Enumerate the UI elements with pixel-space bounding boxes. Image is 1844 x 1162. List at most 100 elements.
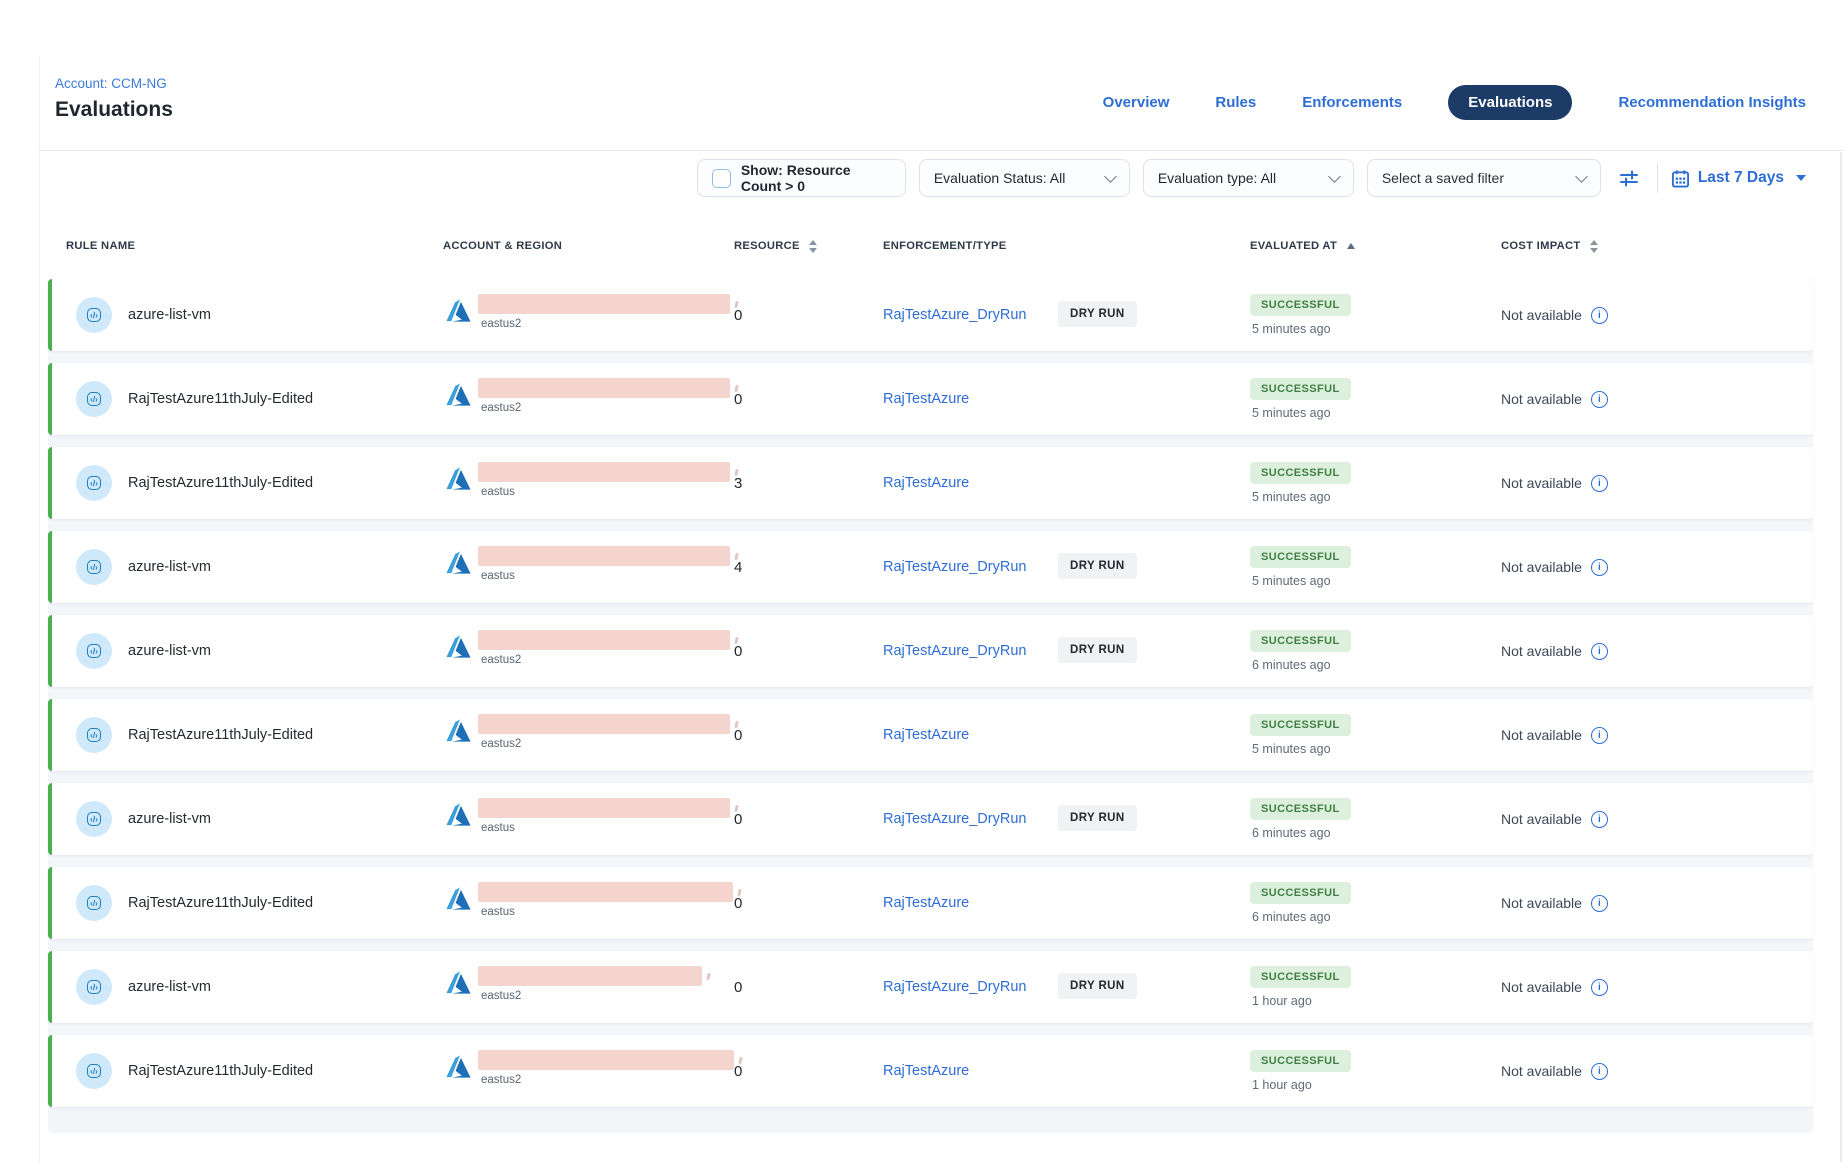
info-icon[interactable] bbox=[1591, 307, 1608, 324]
info-icon[interactable] bbox=[1591, 475, 1608, 492]
resource-count: 0 bbox=[734, 363, 742, 435]
rule-name[interactable]: RajTestAzure11thJuly-Edited bbox=[128, 895, 313, 911]
evaluated-time: 6 minutes ago bbox=[1252, 910, 1351, 924]
column-enforcement-type: ENFORCEMENT/TYPE bbox=[883, 240, 1007, 252]
info-icon[interactable] bbox=[1591, 1063, 1608, 1080]
status-accent-bar bbox=[48, 951, 52, 1023]
status-accent-bar bbox=[48, 783, 52, 855]
azure-icon bbox=[445, 1053, 472, 1080]
rule-name[interactable]: RajTestAzure11thJuly-Edited bbox=[128, 391, 313, 407]
rule-name[interactable]: RajTestAzure11thJuly-Edited bbox=[128, 727, 313, 743]
info-icon[interactable] bbox=[1591, 559, 1608, 576]
scrollbar[interactable] bbox=[1840, 152, 1842, 1162]
column-cost-impact[interactable]: COST IMPACT bbox=[1501, 240, 1598, 253]
table-row[interactable]: RajTestAzure11thJuly-Edited eastus2 0 Ra… bbox=[48, 363, 1813, 435]
column-evaluated-at[interactable]: EVALUATED AT bbox=[1250, 240, 1355, 252]
table-row[interactable]: azure-list-vm eastus 4 RajTestAzure_DryR… bbox=[48, 531, 1813, 603]
account-block: eastus2 bbox=[478, 966, 702, 1002]
resource-count-filter[interactable]: Show: Resource Count > 0 bbox=[697, 159, 906, 197]
rule-name[interactable]: azure-list-vm bbox=[128, 979, 211, 995]
table-row[interactable]: azure-list-vm eastus2 0 RajTestAzure_Dry… bbox=[48, 951, 1813, 1023]
rule-name[interactable]: azure-list-vm bbox=[128, 307, 211, 323]
rule-name[interactable]: RajTestAzure11thJuly-Edited bbox=[128, 1063, 313, 1079]
top-nav: Overview Rules Enforcements Evaluations … bbox=[1103, 85, 1806, 120]
enforcement-link[interactable]: RajTestAzure bbox=[883, 1063, 969, 1079]
azure-icon bbox=[445, 717, 472, 744]
rule-name[interactable]: azure-list-vm bbox=[128, 811, 211, 827]
table-row[interactable]: azure-list-vm eastus 0 RajTestAzure_DryR… bbox=[48, 783, 1813, 855]
redacted-account-name bbox=[478, 966, 702, 986]
info-icon[interactable] bbox=[1591, 811, 1608, 828]
status-badge: SUCCESSFUL bbox=[1250, 1050, 1351, 1072]
column-account-region: ACCOUNT & REGION bbox=[443, 240, 562, 252]
rule-name[interactable]: RajTestAzure11thJuly-Edited bbox=[128, 475, 313, 491]
resource-count: 3 bbox=[734, 447, 742, 519]
region-label: eastus bbox=[481, 570, 730, 582]
tab-rules[interactable]: Rules bbox=[1215, 94, 1256, 111]
info-icon[interactable] bbox=[1591, 391, 1608, 408]
column-resource[interactable]: RESOURCE bbox=[734, 240, 817, 253]
redacted-account-name bbox=[478, 1050, 734, 1070]
resource-count: 0 bbox=[734, 867, 742, 939]
enforcement-link[interactable]: RajTestAzure bbox=[883, 895, 969, 911]
tab-evaluations[interactable]: Evaluations bbox=[1448, 85, 1572, 120]
table-row[interactable]: RajTestAzure11thJuly-Edited eastus 3 Raj… bbox=[48, 447, 1813, 519]
date-range-picker[interactable]: Last 7 Days bbox=[1671, 169, 1806, 188]
table-row[interactable]: RajTestAzure11thJuly-Edited eastus2 0 Ra… bbox=[48, 699, 1813, 771]
rule-name[interactable]: azure-list-vm bbox=[128, 559, 211, 575]
azure-icon bbox=[445, 633, 472, 660]
resource-count: 4 bbox=[734, 531, 742, 603]
evaluated-cell: SUCCESSFUL 5 minutes ago bbox=[1250, 546, 1351, 588]
evaluated-cell: SUCCESSFUL 5 minutes ago bbox=[1250, 294, 1351, 336]
info-icon[interactable] bbox=[1591, 727, 1608, 744]
enforcement-link[interactable]: RajTestAzure_DryRun bbox=[883, 307, 1026, 323]
table-row[interactable]: azure-list-vm eastus2 0 RajTestAzure_Dry… bbox=[48, 279, 1813, 351]
rule-name[interactable]: azure-list-vm bbox=[128, 643, 211, 659]
resource-count-checkbox[interactable] bbox=[712, 169, 731, 188]
enforcement-link[interactable]: RajTestAzure_DryRun bbox=[883, 559, 1026, 575]
saved-filter-dropdown[interactable]: Select a saved filter bbox=[1367, 159, 1601, 197]
dry-run-badge: DRY RUN bbox=[1058, 553, 1137, 579]
account-region-cell: eastus bbox=[445, 882, 733, 918]
sort-icon[interactable] bbox=[809, 240, 817, 253]
enforcement-link[interactable]: RajTestAzure bbox=[883, 391, 969, 407]
info-icon[interactable] bbox=[1591, 979, 1608, 996]
table-header: RULE NAME ACCOUNT & REGION RESOURCE ENFO… bbox=[48, 240, 1813, 260]
azure-icon bbox=[445, 381, 472, 408]
breadcrumb-account-link[interactable]: Account: CCM-NG bbox=[55, 76, 167, 91]
status-badge: SUCCESSFUL bbox=[1250, 462, 1351, 484]
cost-impact-cell: Not available bbox=[1501, 279, 1608, 351]
redacted-account-name bbox=[478, 294, 730, 314]
rule-icon bbox=[76, 633, 112, 669]
filter-settings-button[interactable] bbox=[1614, 163, 1644, 193]
tab-overview[interactable]: Overview bbox=[1103, 94, 1170, 111]
table-row[interactable]: azure-list-vm eastus2 0 RajTestAzure_Dry… bbox=[48, 615, 1813, 687]
enforcement-link[interactable]: RajTestAzure bbox=[883, 727, 969, 743]
azure-icon bbox=[445, 465, 472, 492]
info-icon[interactable] bbox=[1591, 643, 1608, 660]
calendar-icon bbox=[1671, 169, 1690, 188]
info-icon[interactable] bbox=[1591, 895, 1608, 912]
account-region-cell: eastus2 bbox=[445, 966, 702, 1002]
tab-recommendation-insights[interactable]: Recommendation Insights bbox=[1618, 94, 1806, 111]
redacted-account-name bbox=[478, 378, 730, 398]
evaluation-type-dropdown[interactable]: Evaluation type: All bbox=[1143, 159, 1354, 197]
rule-icon bbox=[76, 969, 112, 1005]
filter-bar: Show: Resource Count > 0 Evaluation Stat… bbox=[697, 159, 1806, 197]
sort-asc-icon[interactable] bbox=[1347, 243, 1355, 249]
account-region-cell: eastus2 bbox=[445, 630, 730, 666]
account-block: eastus bbox=[478, 546, 730, 582]
evaluated-cell: SUCCESSFUL 6 minutes ago bbox=[1250, 798, 1351, 840]
enforcement-link[interactable]: RajTestAzure_DryRun bbox=[883, 811, 1026, 827]
table-row[interactable]: RajTestAzure11thJuly-Edited eastus 0 Raj… bbox=[48, 867, 1813, 939]
evaluated-time: 1 hour ago bbox=[1252, 1078, 1351, 1092]
evaluation-status-dropdown[interactable]: Evaluation Status: All bbox=[919, 159, 1130, 197]
sort-icon[interactable] bbox=[1590, 240, 1598, 253]
tab-enforcements[interactable]: Enforcements bbox=[1302, 94, 1402, 111]
enforcement-link[interactable]: RajTestAzure_DryRun bbox=[883, 643, 1026, 659]
azure-icon bbox=[445, 969, 472, 996]
enforcement-link[interactable]: RajTestAzure_DryRun bbox=[883, 979, 1026, 995]
azure-icon bbox=[445, 801, 472, 828]
table-row[interactable]: RajTestAzure11thJuly-Edited eastus2 0 Ra… bbox=[48, 1035, 1813, 1107]
enforcement-link[interactable]: RajTestAzure bbox=[883, 475, 969, 491]
